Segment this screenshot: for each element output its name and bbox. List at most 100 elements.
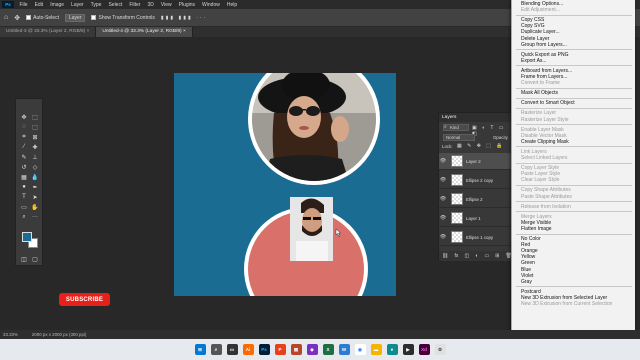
menu-edit[interactable]: Edit — [31, 2, 47, 8]
document-tab[interactable]: Untitled-4 @ 33.3% (Layer 2, RGB/8) × — [96, 27, 193, 37]
pdf-icon[interactable]: ▤ — [290, 344, 302, 355]
context-menu-item[interactable]: Quick Export as PNG — [521, 52, 569, 58]
move-icon[interactable]: ✥ — [19, 113, 29, 121]
edge-icon[interactable]: e — [386, 344, 398, 355]
folder-icon[interactable]: ▬ — [370, 344, 382, 355]
align-icons[interactable]: ▮▮▮ ▮▮▮ ··· — [161, 15, 207, 21]
menu-file[interactable]: File — [16, 2, 31, 8]
path-select-icon[interactable]: ➤ — [30, 193, 40, 201]
task-view-icon[interactable]: ▭ — [226, 344, 238, 355]
layer-row[interactable]: 👁 Layer 1 — [439, 210, 515, 227]
eraser-icon[interactable]: ◇ — [30, 163, 40, 171]
mask-icon[interactable]: ◫ — [464, 253, 469, 259]
context-menu-item[interactable]: Copy SVG — [521, 23, 545, 29]
context-menu-item[interactable]: New 3D Extrusion from Selected Layer — [521, 295, 607, 301]
menu-help[interactable]: Help — [223, 2, 240, 8]
context-menu-item[interactable]: Merge Visible — [521, 220, 551, 226]
context-menu-item[interactable]: Copy CSS — [521, 17, 544, 23]
eyedropper-icon[interactable]: ⁄ — [19, 143, 29, 151]
context-menu-item[interactable]: Flatten Image — [521, 226, 552, 232]
settings-icon[interactable]: ⚙ — [434, 344, 446, 355]
layer-row[interactable]: 👁 Layer 2 — [439, 153, 515, 170]
folder-icon[interactable]: ▭ — [484, 253, 489, 259]
zoom-icon[interactable]: ⌕ — [19, 213, 29, 221]
menu-window[interactable]: Window — [199, 2, 224, 8]
xd-icon[interactable]: Xd — [418, 344, 430, 355]
windows-start-icon[interactable]: ⊞ — [194, 344, 206, 355]
context-menu-item[interactable]: Delete Layer — [521, 36, 549, 42]
fx-icon[interactable]: fx — [455, 253, 459, 259]
auto-select-target-dropdown[interactable]: Layer — [64, 13, 86, 22]
context-menu-item[interactable]: Violet — [521, 273, 533, 279]
auto-select-option[interactable]: Auto-Select — [26, 15, 59, 21]
zoom-level[interactable]: 33.33% — [3, 332, 18, 337]
more-tools-icon[interactable]: ··· — [30, 213, 40, 221]
context-menu-item[interactable]: Yellow — [521, 254, 535, 260]
chrome-icon[interactable]: ◉ — [354, 344, 366, 355]
adjustment-icon[interactable]: ◐ — [475, 253, 478, 259]
context-menu-item[interactable]: Blue — [521, 267, 531, 273]
quick-mask-icon[interactable]: ◫ — [19, 255, 29, 263]
dodge-icon[interactable]: ● — [19, 183, 29, 191]
healing-icon[interactable]: ✚ — [30, 143, 40, 151]
stamp-icon[interactable]: ⊥ — [30, 153, 40, 161]
context-menu-item[interactable]: Frame from Layers... — [521, 74, 567, 80]
app-icon[interactable]: ◆ — [306, 344, 318, 355]
context-menu-item[interactable]: Duplicate Layer... — [521, 29, 560, 35]
visibility-eye-icon[interactable]: 👁 — [439, 215, 447, 221]
photoshop-icon[interactable]: Ps — [258, 344, 270, 355]
menu-select[interactable]: Select — [105, 2, 126, 8]
layer-row[interactable]: 👁 Ellipse 2 copy — [439, 172, 515, 189]
auto-select-checkbox[interactable] — [26, 15, 32, 20]
layer-row[interactable]: 👁 Ellipse 1 copy — [439, 229, 515, 246]
foreground-color-swatch[interactable] — [22, 232, 32, 242]
context-menu-item[interactable]: Orange — [521, 248, 538, 254]
subscribe-button[interactable]: SUBSCRIBE — [59, 293, 110, 306]
context-menu-item[interactable]: Green — [521, 260, 535, 266]
gradient-icon[interactable]: ▦ — [19, 173, 29, 181]
marquee-icon[interactable]: ⬚ — [30, 113, 40, 121]
home-icon[interactable]: ⌂ — [4, 14, 8, 21]
move-tool-icon[interactable]: ✥ — [14, 14, 20, 22]
context-menu-item[interactable]: Export As... — [521, 58, 547, 64]
excel-icon[interactable]: X — [322, 344, 334, 355]
lock-icons[interactable]: ▦ ✎ ✥ ⬚ 🔒 — [457, 143, 505, 149]
type-icon[interactable]: T — [19, 193, 29, 201]
word-icon[interactable]: W — [338, 344, 350, 355]
menu-view[interactable]: View — [157, 2, 175, 8]
menu-image[interactable]: Image — [47, 2, 68, 8]
context-menu-item[interactable]: Artboard from Layers... — [521, 68, 572, 74]
document-tab[interactable]: Untitled-3 @ 33.3% (Layer 2, RGB/8) × — [0, 27, 97, 37]
object-select-icon[interactable]: ⬚ — [30, 123, 40, 131]
crop-icon[interactable]: ⌗ — [19, 133, 29, 141]
menu-filter[interactable]: Filter — [126, 2, 144, 8]
blend-mode-dropdown[interactable]: Normal — [443, 134, 475, 141]
menu-plugins[interactable]: Plugins — [175, 2, 198, 8]
visibility-eye-icon[interactable]: 👁 — [439, 158, 447, 164]
menu-3d[interactable]: 3D — [144, 2, 157, 8]
show-transform-checkbox[interactable] — [91, 15, 97, 20]
lasso-icon[interactable]: ◌ — [19, 123, 29, 131]
screen-mode-icon[interactable]: ▢ — [30, 255, 40, 263]
context-menu-item[interactable]: No Color — [521, 236, 541, 242]
layer-row[interactable]: 👁 Ellipse 2 — [439, 191, 515, 208]
search-icon[interactable]: ⌕ — [210, 344, 222, 355]
hand-icon[interactable]: ✋ — [30, 203, 40, 211]
context-menu-item[interactable]: Convert to Smart Object — [521, 100, 575, 106]
brush-icon[interactable]: ✎ — [19, 153, 29, 161]
pen-icon[interactable]: ✒ — [30, 183, 40, 191]
context-menu-item[interactable]: Mask All Objects — [521, 90, 558, 96]
menu-layer[interactable]: Layer — [68, 2, 88, 8]
history-brush-icon[interactable]: ↺ — [19, 163, 29, 171]
link-icon[interactable]: ⛓ — [442, 253, 448, 259]
context-menu-item[interactable]: Red — [521, 242, 530, 248]
context-menu-item[interactable]: Blending Options... — [521, 1, 563, 7]
context-menu-item[interactable]: Gray — [521, 279, 532, 285]
context-menu-item[interactable]: Group from Layers... — [521, 42, 567, 48]
document-canvas[interactable] — [174, 73, 396, 296]
shape-icon[interactable]: ▭ — [19, 203, 29, 211]
illustrator-icon[interactable]: Ai — [242, 344, 254, 355]
media-icon[interactable]: ▶ — [402, 344, 414, 355]
context-menu-item[interactable]: Postcard — [521, 289, 541, 295]
show-transform-option[interactable]: Show Transform Controls — [91, 15, 155, 21]
